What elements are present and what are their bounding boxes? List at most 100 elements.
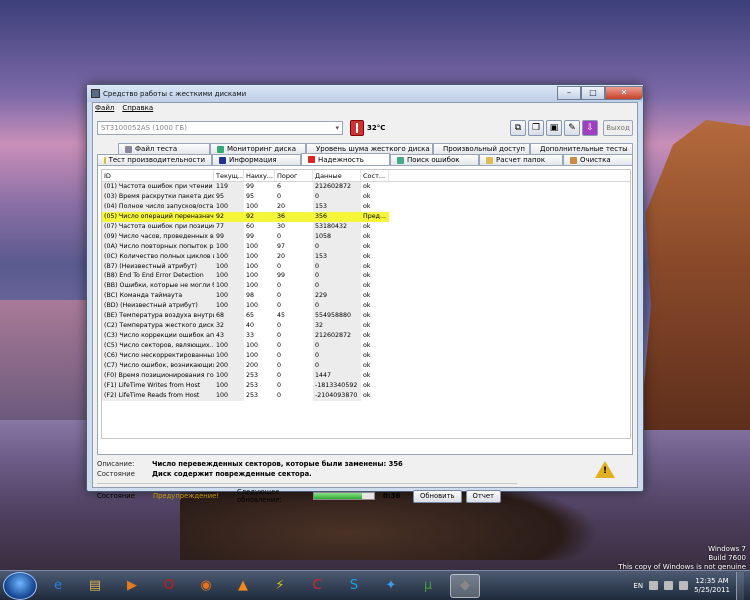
table-cell: (01) Частота ошибок при чтении д... (102, 182, 214, 192)
tab-random-access[interactable]: Произвольный доступ (433, 143, 530, 154)
language-indicator[interactable]: EN (633, 582, 643, 590)
tab-extra-tests[interactable]: Дополнительные тесты (530, 143, 633, 154)
volume-icon[interactable] (679, 581, 689, 590)
system-tray: EN 12:35 AM 5/25/2011 (633, 571, 750, 600)
background-cliff (640, 120, 750, 430)
save-icon[interactable]: ▣ (546, 120, 562, 136)
clock[interactable]: 12:35 AM 5/25/2011 (694, 577, 730, 595)
table-cell: ok (363, 302, 371, 310)
copy-icon[interactable]: ⧉ (510, 120, 526, 136)
table-row[interactable]: (C5) Число секторов, являющих... 100 100 0 0… (102, 341, 630, 351)
menu-file[interactable]: Файл (95, 103, 114, 114)
hdd-tool-icon[interactable]: ◆ (450, 573, 480, 598)
report-button[interactable]: Отчет (465, 489, 502, 503)
folder-icon (486, 156, 493, 164)
tab-reliability[interactable]: Надежность (301, 153, 390, 165)
table-row[interactable]: (C3) Число коррекции ошибок апп... 43 33 0 2… (102, 331, 630, 341)
table-row[interactable]: (BB) Ошибки, которые не могли б... 100 100… (102, 281, 630, 292)
table-cell: 100 (214, 390, 244, 401)
explorer-icon[interactable]: ▤ (80, 574, 110, 598)
table-row[interactable]: (BD) (Неизвестный атрибут) 100 100 0 0 ok (102, 301, 630, 312)
opera-icon[interactable]: O (154, 574, 184, 598)
header-id[interactable]: ID (102, 170, 214, 181)
menu-help[interactable]: Справка (122, 103, 153, 114)
broom-icon (570, 156, 577, 164)
tab-performance[interactable]: Тест производительности (97, 154, 212, 165)
description-label: Описание: (97, 460, 135, 468)
title-bar[interactable]: Средство работы с жесткими дисками – □ ✕ (87, 85, 643, 102)
table-row[interactable]: (BC) Команда таймаута 100 98 0 229 ok (102, 291, 630, 302)
tab-cleanup[interactable]: Очистка (563, 154, 633, 165)
table-row[interactable]: (B7) (Неизвестный атрибут) 100 100 0 0 ok (102, 261, 630, 272)
table-row[interactable]: (C6) Число нескорректированных... 100 100 0… (102, 350, 630, 361)
table-row[interactable]: (01) Частота ошибок при чтении д... 119 99… (102, 182, 630, 192)
exit-button[interactable]: Выход (603, 120, 633, 136)
header-threshold[interactable]: Порог (275, 170, 313, 181)
table-row[interactable]: (0C) Количество полных циклов в... 100 100… (102, 251, 630, 262)
start-button[interactable] (3, 571, 37, 600)
network-icon[interactable] (664, 581, 674, 590)
table-cell: 32 (313, 321, 361, 332)
skype-icon[interactable]: S (339, 574, 369, 598)
download-icon[interactable]: ⇩ (582, 120, 598, 136)
table-row[interactable]: (C7) Число ошибок, возникающих... 200 200 0… (102, 360, 630, 371)
table-cell: 0 (277, 391, 282, 399)
firefox-icon[interactable]: ◉ (191, 574, 221, 598)
table-row[interactable]: (C2) Температура жесткого диска 32 40 0 32 ok (102, 321, 630, 332)
table-row[interactable]: (03) Время раскрутки пакета дис... 95 95 0 0… (102, 191, 630, 202)
description-text: Число перевежденных секторов, которые бы… (152, 460, 403, 468)
table-row[interactable]: (B8) End To End Error Detection 100 100 99 0… (102, 271, 630, 282)
header-state[interactable]: Сост... (361, 170, 389, 181)
table-row[interactable]: (07) Частота ошибок при позицио... 77 60 30… (102, 221, 630, 232)
media-player-icon[interactable]: ▶ (117, 574, 147, 598)
table-cell: (C5) Число секторов, являющих... (102, 341, 214, 351)
table-cell: 212602872 (313, 182, 361, 192)
table-row[interactable]: (F2) LifeTime Reads from Host 100 253 0 -210… (102, 390, 630, 401)
table-cell: 1447 (313, 370, 361, 381)
flag-icon[interactable] (649, 581, 659, 590)
minimize-button[interactable]: – (557, 85, 581, 100)
header-data[interactable]: Данные (313, 170, 361, 181)
refresh-button[interactable]: Обновить (413, 489, 462, 503)
table-cell: ok (363, 322, 371, 330)
tab-disk-monitoring[interactable]: Мониторинг диска (210, 143, 306, 154)
chevron-down-icon: ▾ (335, 124, 339, 132)
tab-test-file[interactable]: Файл теста (118, 143, 210, 154)
table-row[interactable]: (BE) Температура воздуха внутри ... 68 65 4… (102, 311, 630, 322)
taskbar: e ▤ ▶ O ◉ ▲ ⚡ C S ✦ µ ◆ EN 12:35 AM 5/25/2011 (0, 570, 750, 600)
table-row[interactable]: (04) Полное число запусков/оста... 100 100… (102, 201, 630, 212)
table-row[interactable]: (F0) Время позиционирования гол... 100 253… (102, 370, 630, 381)
ie-icon[interactable]: e (43, 574, 73, 598)
table-cell: ok (363, 192, 371, 200)
table-cell: 0 (313, 281, 361, 292)
table-row[interactable]: (09) Число часов, проведенных во... 99 99 0… (102, 231, 630, 242)
show-desktop-button[interactable] (736, 571, 744, 600)
maximize-button[interactable]: □ (581, 85, 605, 100)
tab-error-search[interactable]: Поиск ошибок (390, 154, 479, 165)
vlc-icon[interactable]: ▲ (228, 574, 258, 598)
table-row[interactable]: (0A) Число повторных попыток ра... 100 100… (102, 241, 630, 252)
table-row[interactable]: (F1) LifeTime Writes from Host 100 253 0 -18… (102, 380, 630, 391)
table-cell: 100 (214, 350, 244, 361)
winamp-icon[interactable]: ⚡ (265, 574, 295, 598)
header-worst[interactable]: Наиху... (244, 170, 275, 181)
table-cell: 253 (246, 381, 259, 389)
table-cell: 30 (277, 222, 286, 230)
table-row[interactable]: (05) Число операций переназначе... 92 92 36… (102, 211, 630, 222)
table-cell: 100 (246, 351, 259, 359)
table-cell: 99 (214, 231, 244, 242)
utorrent-icon[interactable]: µ (413, 574, 443, 598)
drive-select[interactable]: ST3100052AS (1000 ГБ) ▾ (97, 121, 343, 135)
close-button[interactable]: ✕ (605, 85, 643, 100)
safari-icon[interactable]: ✦ (376, 574, 406, 598)
tab-folder-size[interactable]: Расчет папок (479, 154, 563, 165)
tab-information[interactable]: Информация (212, 154, 301, 165)
divider (97, 483, 517, 484)
table-cell: 100 (246, 252, 259, 260)
tag-icon[interactable]: ✎ (564, 120, 580, 136)
table-cell: 0 (277, 322, 282, 330)
copy-text-icon[interactable]: ❐ (528, 120, 544, 136)
header-current[interactable]: Текущ... (214, 170, 244, 181)
clock-date: 5/25/2011 (694, 585, 730, 594)
ccleaner-icon[interactable]: C (302, 574, 332, 598)
